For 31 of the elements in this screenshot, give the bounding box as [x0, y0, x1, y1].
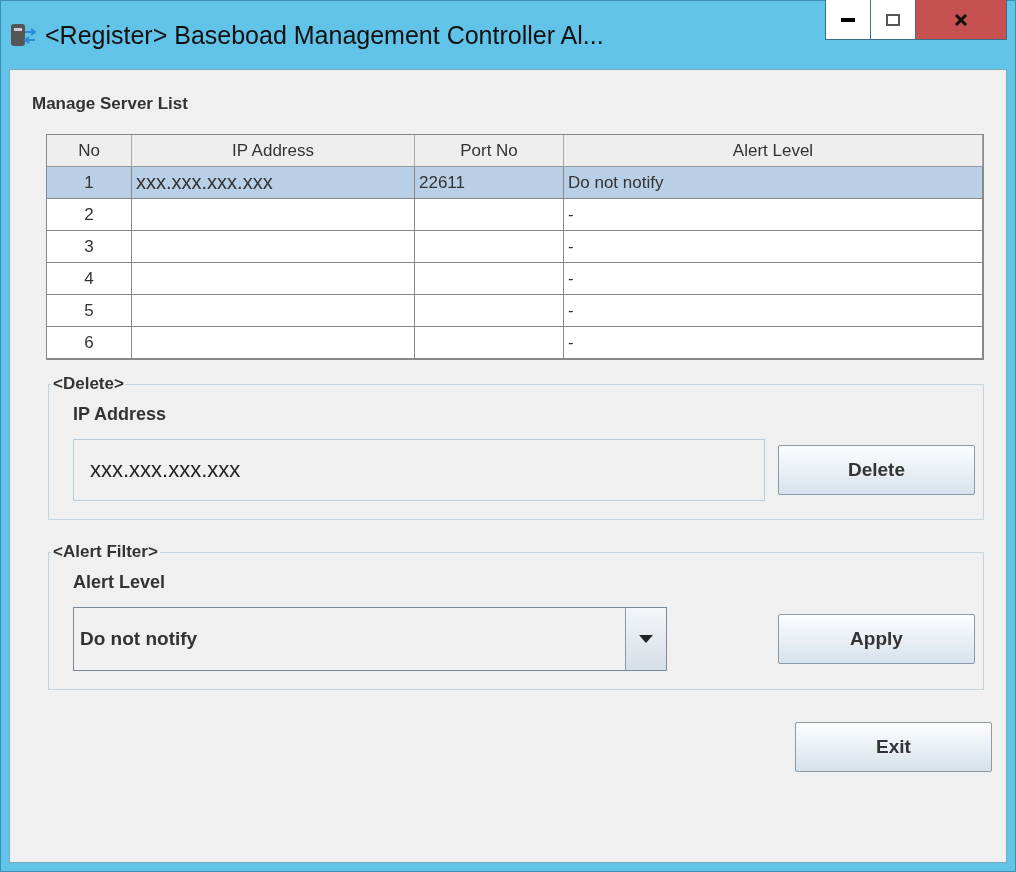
ip-address-field[interactable]: xxx.xxx.xxx.xxx: [73, 439, 765, 501]
minimize-button[interactable]: [825, 0, 871, 40]
dropdown-value: Do not notify: [79, 627, 199, 651]
maximize-icon: [886, 13, 900, 26]
alert-level-dropdown[interactable]: Do not notify: [73, 607, 667, 671]
table-row[interactable]: 6 -: [47, 327, 983, 359]
close-icon: [954, 13, 968, 26]
column-header[interactable]: IP Address: [132, 135, 415, 167]
group-title: <Alert Filter>: [52, 542, 159, 562]
window-title: <Register> Baseboad Management Controller Al...: [45, 20, 605, 50]
table-cell: -: [564, 327, 983, 359]
maximize-button[interactable]: [870, 0, 916, 40]
table-cell: 6: [47, 327, 132, 359]
delete-button[interactable]: Delete: [778, 445, 975, 495]
server-icon: [9, 22, 37, 48]
table-row[interactable]: 4 -: [47, 263, 983, 295]
section-title: Manage Server List: [32, 94, 189, 114]
column-header[interactable]: Port No: [415, 135, 564, 167]
group-title: <Delete>: [52, 374, 125, 394]
exit-button[interactable]: Exit: [795, 722, 992, 772]
table-row[interactable]: 1 xxx.xxx.xxx.xxx 22611 Do not notify: [47, 167, 983, 199]
column-header[interactable]: Alert Level: [564, 135, 983, 167]
minimize-icon: [841, 17, 855, 22]
apply-button[interactable]: Apply: [778, 614, 975, 664]
table-row[interactable]: 3 -: [47, 231, 983, 263]
field-label: Alert Level: [73, 572, 167, 593]
table-row[interactable]: 5 -: [47, 295, 983, 327]
field-label: IP Address: [73, 404, 168, 425]
caret-icon: [639, 635, 653, 643]
column-header[interactable]: No: [47, 135, 132, 167]
table-row[interactable]: 2 -: [47, 199, 983, 231]
